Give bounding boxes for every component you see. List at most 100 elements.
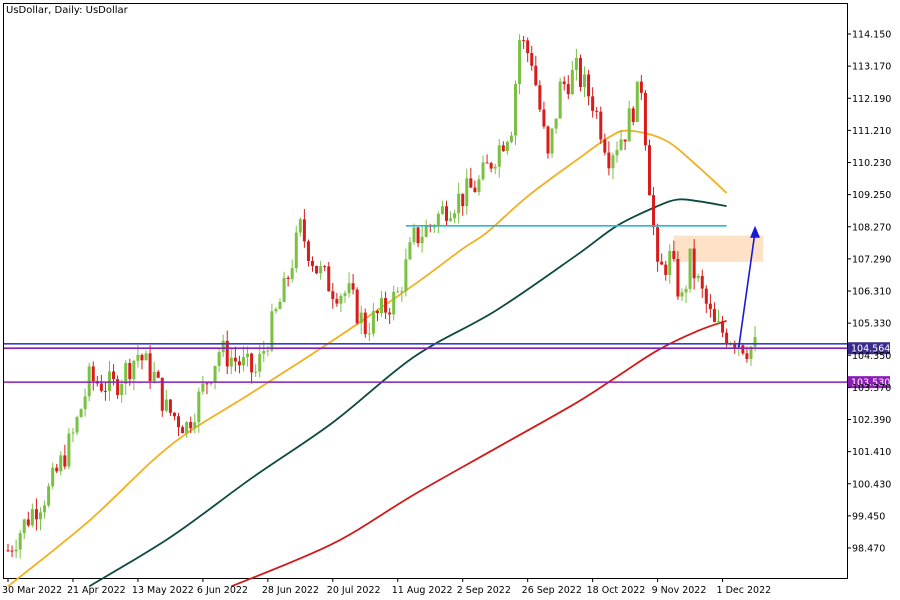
candle-body bbox=[623, 139, 627, 142]
candle-body bbox=[396, 291, 400, 293]
candle-body bbox=[59, 455, 63, 472]
supply-zone-layer bbox=[673, 235, 764, 262]
candle bbox=[363, 308, 367, 338]
x-tick-label: 11 Aug 2022 bbox=[392, 585, 453, 596]
x-tick-label: 20 Jul 2022 bbox=[327, 585, 381, 596]
candle-body bbox=[505, 142, 509, 152]
candle-body bbox=[680, 292, 684, 297]
candle-body bbox=[172, 412, 176, 417]
candle-body bbox=[258, 353, 262, 372]
candle-body bbox=[558, 81, 562, 119]
candle-body bbox=[753, 337, 757, 347]
candle bbox=[355, 287, 359, 325]
candle-body bbox=[103, 390, 107, 392]
candle-body bbox=[152, 371, 156, 382]
candle-body bbox=[177, 416, 181, 428]
candle-body bbox=[566, 84, 570, 95]
candle-body bbox=[384, 298, 388, 313]
candle-body bbox=[696, 275, 700, 279]
candle-body bbox=[201, 383, 205, 392]
candle-body bbox=[185, 422, 189, 434]
candle-body bbox=[595, 110, 599, 112]
candle bbox=[294, 225, 298, 273]
candle-body bbox=[339, 295, 343, 304]
x-tick-label: 28 Jun 2022 bbox=[262, 585, 319, 596]
candle bbox=[67, 428, 71, 470]
candle-body bbox=[262, 350, 266, 354]
candle-body bbox=[522, 40, 526, 42]
candle-body bbox=[725, 332, 729, 345]
candle bbox=[558, 77, 562, 119]
candle-body bbox=[221, 340, 225, 353]
candle-body bbox=[306, 241, 310, 261]
candle-body bbox=[311, 260, 314, 266]
candle-body bbox=[278, 301, 282, 310]
candle-body bbox=[546, 126, 550, 154]
candle-body bbox=[607, 152, 611, 169]
candle-body bbox=[233, 357, 237, 362]
candle-body bbox=[14, 549, 18, 552]
candle-body bbox=[639, 81, 643, 93]
candle-body bbox=[461, 193, 465, 207]
candle bbox=[47, 482, 51, 508]
chart: 104.564103.530 114.150113.170112.190111.… bbox=[0, 0, 900, 600]
candle-body bbox=[526, 40, 530, 54]
x-tick-label: 1 Dec 2022 bbox=[717, 585, 772, 596]
candle-body bbox=[67, 433, 71, 467]
candle-body bbox=[335, 299, 339, 304]
candle-body bbox=[688, 248, 692, 289]
candle-body bbox=[664, 264, 668, 275]
candle-body bbox=[700, 275, 704, 289]
candle-body bbox=[708, 303, 712, 310]
candle-body bbox=[351, 283, 355, 290]
candle-body bbox=[574, 57, 578, 70]
candle-body bbox=[424, 225, 428, 237]
candle-body bbox=[643, 92, 647, 146]
candle-body bbox=[530, 53, 534, 66]
candle-body bbox=[22, 519, 26, 534]
candle-body bbox=[156, 371, 160, 378]
candle-body bbox=[55, 467, 59, 472]
candle-body bbox=[534, 65, 538, 86]
chart-background bbox=[0, 0, 900, 600]
y-tick-label: 105.330 bbox=[852, 319, 891, 330]
candle-body bbox=[181, 427, 185, 434]
candle-body bbox=[83, 396, 87, 410]
candle-body bbox=[717, 321, 720, 323]
candle-body bbox=[319, 266, 323, 274]
candle-body bbox=[611, 155, 615, 169]
candle-body bbox=[205, 383, 209, 385]
candle-body bbox=[465, 178, 469, 207]
candle bbox=[643, 89, 647, 151]
candle bbox=[647, 139, 651, 196]
candle-body bbox=[26, 519, 30, 526]
candle-body bbox=[477, 179, 481, 193]
candle-body bbox=[112, 371, 116, 380]
candle-body bbox=[660, 261, 664, 265]
y-tick-label: 112.190 bbox=[852, 94, 891, 105]
candle-body bbox=[367, 333, 371, 335]
candle-body bbox=[432, 226, 436, 228]
candle-body bbox=[355, 289, 359, 324]
candle-body bbox=[509, 135, 513, 143]
candle-body bbox=[656, 227, 660, 262]
y-tick-label: 114.150 bbox=[852, 30, 891, 41]
candle bbox=[514, 80, 517, 145]
candle-body bbox=[712, 309, 716, 322]
candle-body bbox=[562, 81, 566, 85]
x-tick-label: 18 Oct 2022 bbox=[587, 585, 646, 596]
candle-body bbox=[51, 467, 55, 487]
candle-body bbox=[217, 352, 221, 366]
candle-body bbox=[282, 277, 286, 302]
candle-body bbox=[652, 195, 656, 228]
candle bbox=[79, 408, 83, 418]
candle-body bbox=[554, 118, 558, 129]
candle-body bbox=[631, 108, 635, 122]
candle-body bbox=[635, 81, 639, 122]
candle-body bbox=[550, 128, 554, 154]
candle-body bbox=[619, 139, 623, 150]
candle-body bbox=[34, 509, 38, 520]
candle-body bbox=[331, 291, 335, 300]
candle-body bbox=[43, 505, 47, 513]
candle-body bbox=[91, 366, 95, 382]
